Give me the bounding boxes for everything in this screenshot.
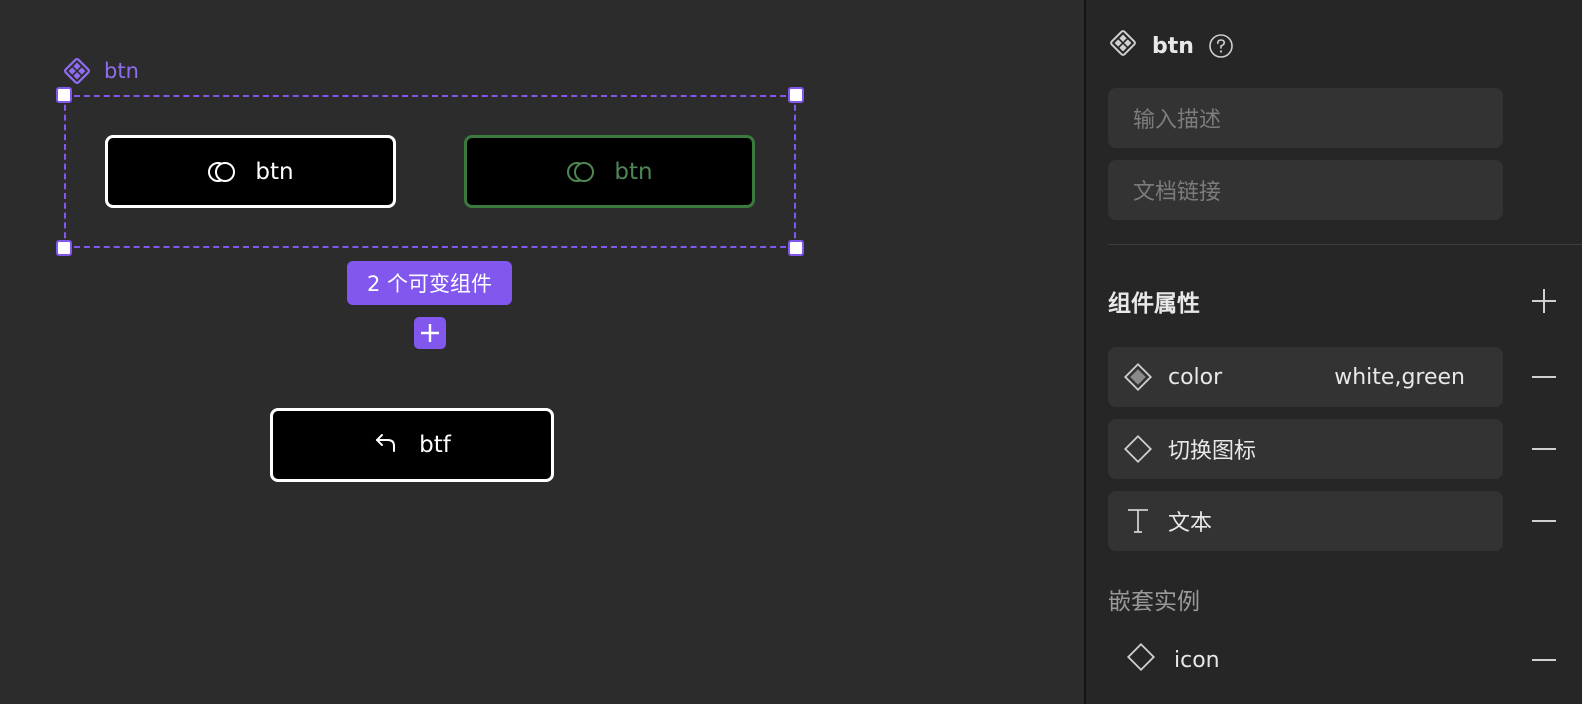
remove-nested-instance-button[interactable] — [1530, 646, 1558, 674]
variant-white-button[interactable]: btn — [105, 135, 396, 208]
nested-instance-name: icon — [1174, 647, 1220, 673]
component-properties-title: 组件属性 — [1108, 291, 1200, 317]
component-set-label[interactable]: btn — [62, 55, 139, 87]
property-row-color[interactable]: color white,green — [1108, 347, 1503, 407]
property-name: color — [1168, 364, 1223, 390]
remove-property-button[interactable] — [1530, 507, 1558, 535]
resize-handle-top-right[interactable] — [788, 87, 804, 103]
variant-green-label: btn — [614, 158, 653, 185]
variant-white-label: btn — [255, 158, 294, 185]
design-canvas[interactable]: btn btn btn 2 个可变组件 btf — [0, 0, 1084, 704]
component-name: btn — [1152, 33, 1194, 59]
add-variant-button[interactable] — [414, 317, 446, 349]
section-divider — [1108, 244, 1582, 245]
component-header: btn — [1108, 28, 1234, 64]
component-set-icon — [62, 56, 92, 86]
variant-icon — [1122, 361, 1154, 393]
instance-label: btf — [419, 432, 451, 458]
plus-icon — [421, 324, 439, 342]
property-name: 切换图标 — [1168, 439, 1257, 464]
return-arrow-icon — [373, 430, 399, 460]
component-set-icon — [1108, 28, 1138, 64]
resize-handle-top-left[interactable] — [56, 87, 72, 103]
toggle-circles-icon — [207, 160, 237, 184]
text-icon — [1122, 505, 1154, 537]
boolean-diamond-icon — [1122, 433, 1154, 465]
variant-count-badge: 2 个可变组件 — [347, 261, 512, 305]
instance-button[interactable]: btf — [270, 408, 554, 482]
nested-instances-title: 嵌套实例 — [1108, 589, 1200, 615]
property-row-text[interactable]: 文本 — [1108, 491, 1503, 551]
property-name: 文本 — [1168, 511, 1213, 536]
property-row-toggle-icon[interactable]: 切换图标 — [1108, 419, 1503, 479]
minus-icon — [1532, 520, 1556, 522]
minus-icon — [1532, 448, 1556, 450]
resize-handle-bottom-left[interactable] — [56, 240, 72, 256]
toggle-circles-icon — [566, 160, 596, 184]
description-input[interactable]: 输入描述 — [1108, 88, 1503, 148]
instance-diamond-icon — [1126, 642, 1156, 678]
plus-icon — [1532, 289, 1556, 313]
resize-handle-bottom-right[interactable] — [788, 240, 804, 256]
component-set-name: btn — [104, 59, 139, 83]
minus-icon — [1532, 659, 1556, 661]
nested-instance-row[interactable]: icon — [1108, 640, 1503, 680]
properties-panel: btn 输入描述 文档链接 组件属性 color white,green 切换图… — [1086, 0, 1582, 704]
remove-property-button[interactable] — [1530, 435, 1558, 463]
help-icon[interactable] — [1208, 33, 1234, 59]
remove-property-button[interactable] — [1530, 363, 1558, 391]
doc-link-input[interactable]: 文档链接 — [1108, 160, 1503, 220]
minus-icon — [1532, 376, 1556, 378]
property-value: white,green — [1334, 364, 1465, 390]
variant-green-button[interactable]: btn — [464, 135, 755, 208]
add-property-button[interactable] — [1530, 287, 1558, 315]
